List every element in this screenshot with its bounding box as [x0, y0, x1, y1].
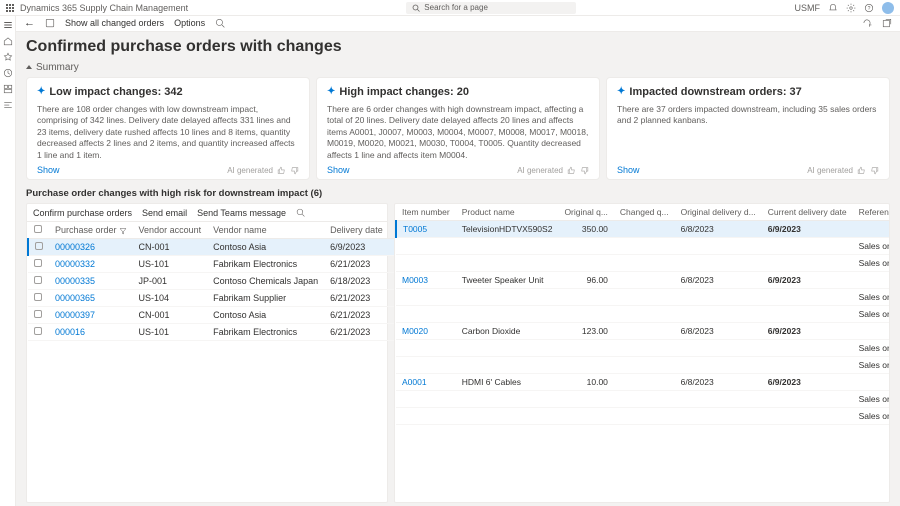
help-icon[interactable]: ?: [864, 3, 874, 13]
send-teams-button[interactable]: Send Teams message: [197, 208, 286, 218]
card-low-impact: ✦Low impact changes: 342 There are 108 o…: [26, 77, 310, 180]
page-title: Confirmed purchase orders with changes: [26, 38, 890, 56]
show-link[interactable]: Show: [617, 165, 640, 175]
refresh-icon[interactable]: [862, 18, 872, 28]
row-checkbox[interactable]: [34, 310, 42, 318]
po-cell[interactable]: 00000335: [49, 273, 133, 290]
table-row[interactable]: 00000332 US-101Fabrikam Electronics 6/21…: [28, 256, 446, 273]
star-icon[interactable]: [3, 52, 13, 62]
table-row[interactable]: M0003 Tweeter Speaker Unit 96.00 6/8/202…: [396, 272, 890, 289]
row-checkbox[interactable]: [34, 327, 42, 335]
waffle-icon[interactable]: [6, 4, 14, 12]
row-checkbox[interactable]: [34, 259, 42, 267]
home-icon[interactable]: [3, 36, 13, 46]
row-checkbox[interactable]: [34, 293, 42, 301]
bell-icon[interactable]: [828, 3, 838, 13]
po-cell[interactable]: 00000397: [49, 307, 133, 324]
table-row[interactable]: Sales order 000686 6/8/2023 35.00: [396, 238, 890, 255]
detail-grid-panel: Item number Product name Original q... C…: [394, 203, 890, 503]
po-grid-panel: Confirm purchase orders Send email Send …: [26, 203, 388, 503]
row-checkbox[interactable]: [35, 242, 43, 250]
filter-icon[interactable]: [119, 227, 127, 235]
sparkle-icon: ✦: [37, 86, 45, 97]
ai-generated-label: AI generated: [517, 166, 563, 175]
card-high-impact: ✦High impact changes: 20 There are 6 ord…: [316, 77, 600, 180]
sparkle-icon: ✦: [617, 86, 625, 97]
popout-icon[interactable]: [882, 18, 892, 28]
ai-generated-label: AI generated: [227, 166, 273, 175]
card-downstream: ✦Impacted downstream orders: 37 There ar…: [606, 77, 890, 180]
po-cell[interactable]: 000016: [49, 324, 133, 341]
table-row[interactable]: M0020 Carbon Dioxide 123.00 6/8/2023 6/9…: [396, 323, 890, 340]
table-row[interactable]: Sales order 000616 6/8/2023 12.30: [396, 357, 890, 374]
hamburger-icon[interactable]: [3, 20, 13, 30]
table-row[interactable]: Sales order 000404 6/8/2023 12.30: [396, 340, 890, 357]
command-bar: ← Show all changed orders Options: [16, 16, 900, 32]
table-row[interactable]: Sales order 000209 6/8/2023 2.00: [396, 408, 890, 425]
po-grid-commands: Confirm purchase orders Send email Send …: [27, 204, 387, 222]
svg-text:?: ?: [868, 5, 871, 11]
search-icon: [412, 4, 420, 12]
row-checkbox[interactable]: [34, 276, 42, 284]
po-section-header: Purchase order changes with high risk fo…: [26, 188, 890, 199]
clock-icon[interactable]: [3, 68, 13, 78]
show-all-changed[interactable]: Show all changed orders: [65, 18, 164, 28]
table-row[interactable]: 00000335 JP-001Contoso Chemicals Japan 6…: [28, 273, 446, 290]
table-row[interactable]: 00000365 US-104Fabrikam Supplier 6/21/20…: [28, 290, 446, 307]
show-link[interactable]: Show: [327, 165, 350, 175]
table-row[interactable]: 00000397 CN-001Contoso Asia 6/21/2023: [28, 307, 446, 324]
summary-header[interactable]: Summary: [26, 62, 890, 73]
topbar: Dynamics 365 Supply Chain Management Sea…: [0, 0, 900, 16]
table-row[interactable]: 000016 US-101Fabrikam Electronics 6/21/2…: [28, 324, 446, 341]
send-email-button[interactable]: Send email: [142, 208, 187, 218]
chevron-up-icon: [26, 65, 32, 69]
detail-grid[interactable]: Item number Product name Original q... C…: [395, 204, 890, 425]
company-picker[interactable]: USMF: [795, 3, 821, 13]
search-icon[interactable]: [296, 208, 305, 217]
table-row[interactable]: 00000326 CN-001Contoso Asia 6/9/2023: [28, 239, 446, 256]
confirm-button[interactable]: Confirm purchase orders: [33, 208, 132, 218]
po-cell[interactable]: 00000326: [49, 239, 133, 256]
avatar[interactable]: [882, 2, 894, 14]
left-nav: [0, 16, 16, 506]
save-icon[interactable]: [45, 18, 55, 28]
workspace-icon[interactable]: [3, 84, 13, 94]
thumbs-down-icon[interactable]: [870, 166, 879, 175]
sparkle-icon: ✦: [327, 86, 335, 97]
back-button[interactable]: ←: [24, 17, 35, 29]
thumbs-up-icon[interactable]: [277, 166, 286, 175]
select-all-checkbox[interactable]: [34, 225, 42, 233]
po-cell[interactable]: 00000365: [49, 290, 133, 307]
global-search[interactable]: Search for a page: [406, 2, 576, 14]
gear-icon[interactable]: [846, 3, 856, 13]
table-row[interactable]: Sales order 000013 6/8/2023 28.80: [396, 289, 890, 306]
options-tab[interactable]: Options: [174, 18, 205, 28]
thumbs-up-icon[interactable]: [567, 166, 576, 175]
table-row[interactable]: T0005 TelevisionHDTVX590S2 350.00 6/8/20…: [396, 221, 890, 238]
ai-generated-label: AI generated: [807, 166, 853, 175]
search-icon[interactable]: [215, 18, 225, 28]
thumbs-up-icon[interactable]: [857, 166, 866, 175]
modules-icon[interactable]: [3, 100, 13, 110]
app-name: Dynamics 365 Supply Chain Management: [20, 3, 188, 13]
table-row[interactable]: Sales order 000321 6/8/2023 28.80: [396, 306, 890, 323]
thumbs-down-icon[interactable]: [290, 166, 299, 175]
po-cell[interactable]: 00000332: [49, 256, 133, 273]
table-row[interactable]: Sales order 000143 6/8/2023 35.00: [396, 255, 890, 272]
search-placeholder: Search for a page: [424, 3, 488, 12]
show-link[interactable]: Show: [37, 165, 60, 175]
table-row[interactable]: A0001 HDMI 6' Cables 10.00 6/8/2023 6/9/…: [396, 374, 890, 391]
table-row[interactable]: Sales order 000248 6/8/2023 3.00: [396, 391, 890, 408]
thumbs-down-icon[interactable]: [580, 166, 589, 175]
po-grid[interactable]: Purchase order Vendor account Vendor nam…: [27, 222, 446, 341]
